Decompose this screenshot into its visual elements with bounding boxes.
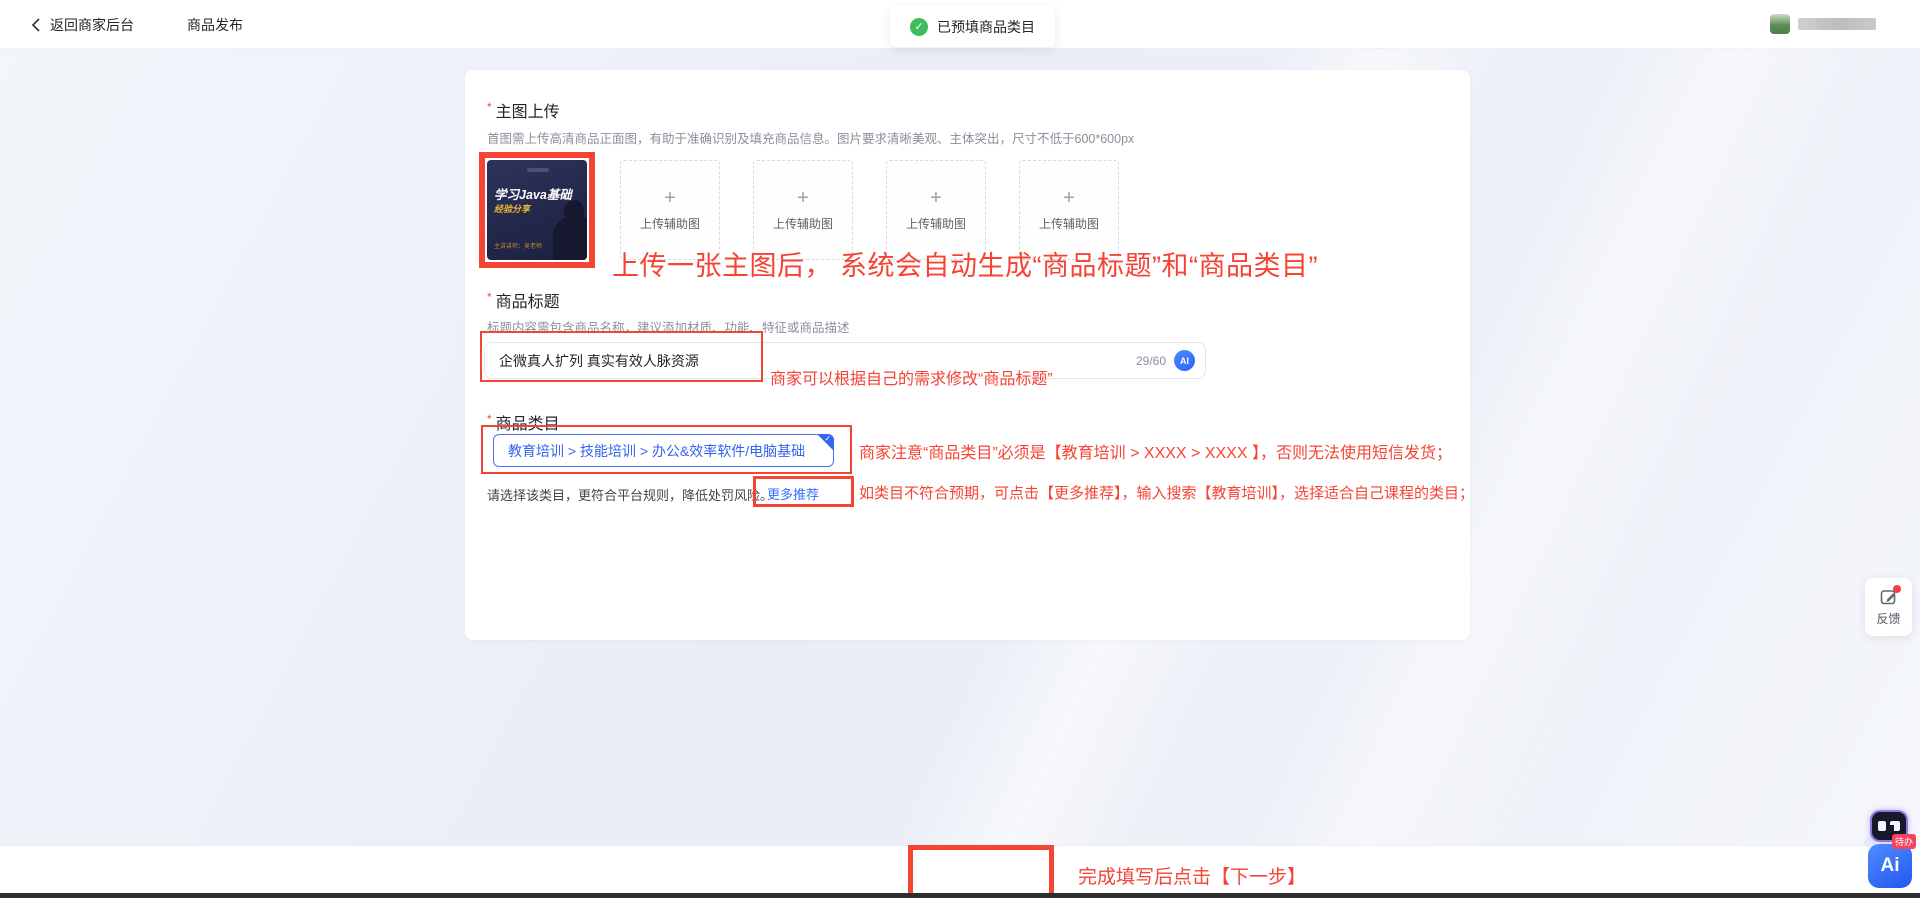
thumb-title: 学习Java基础 xyxy=(494,184,572,203)
selected-check-icon: ✓ xyxy=(824,434,831,443)
person-silhouette xyxy=(553,216,587,260)
avatar xyxy=(1770,14,1790,34)
uploaded-main-image[interactable]: 学习Java基础 经验分享 主讲讲师：吴老师 xyxy=(487,160,587,260)
plus-icon: + xyxy=(1063,188,1075,208)
account-menu[interactable] xyxy=(1770,14,1876,34)
product-title-hint: 标题内容需包含商品名称，建议添加材质、功能、特征或商品描述 xyxy=(487,317,850,336)
required-mark: * xyxy=(487,100,492,114)
prefill-category-badge: ✓ 已预填商品类目 xyxy=(890,6,1055,47)
required-mark: * xyxy=(487,412,492,426)
check-circle-icon: ✓ xyxy=(910,18,928,36)
annotation-more-recommend-text: 如类目不符合预期，可点击【更多推荐】，输入搜索【教育培训】，选择适合自己课程的类… xyxy=(859,482,1474,503)
category-label: * 商品类目 xyxy=(487,410,560,434)
ai-assistant-widget[interactable]: 待办 Ai xyxy=(1866,806,1918,892)
account-name-redacted xyxy=(1798,18,1876,30)
back-label: 返回商家后台 xyxy=(50,15,134,35)
more-recommend-link[interactable]: 更多推荐 xyxy=(767,484,819,503)
category-select[interactable]: 教育培训 > 技能培训 > 办公&效率软件/电脑基础 ✓ xyxy=(493,434,834,467)
edit-pencil-icon xyxy=(1880,588,1898,606)
main-image-label: * 主图上传 xyxy=(487,98,560,122)
page-title: 商品发布 xyxy=(187,0,243,49)
topbar: 返回商家后台 商品发布 ✓ 已预填商品类目 xyxy=(0,0,1920,49)
plus-icon: + xyxy=(664,188,676,208)
feedback-label: 反馈 xyxy=(1876,610,1900,627)
todo-badge: 待办 xyxy=(1892,834,1916,849)
image-upload-row: 学习Java基础 经验分享 主讲讲师：吴老师 + 上传辅助图 + 上传辅助图 +… xyxy=(487,160,1119,260)
main-image-hint: 首图需上传高清商品正面图，有助于准确识别及填充商品信息。图片要求清晰美观、主体突… xyxy=(487,128,1134,147)
char-counter: 29/60 xyxy=(1136,354,1166,368)
back-button[interactable]: 返回商家后台 xyxy=(30,0,134,49)
upload-aux-image-slot[interactable]: + 上传辅助图 xyxy=(753,160,853,260)
upload-aux-image-slot[interactable]: + 上传辅助图 xyxy=(620,160,720,260)
product-title-input[interactable] xyxy=(499,353,1136,369)
ai-generate-icon[interactable]: AI xyxy=(1174,350,1195,371)
plus-icon: + xyxy=(930,188,942,208)
annotation-category-must-text: 商家注意“商品类目”必须是【教育培训 > XXXX > XXXX 】，否则无法使… xyxy=(859,439,1452,463)
category-tip: 请选择该类目，更符合平台规则，降低处罚风险。 xyxy=(487,485,773,504)
thumb-footer: 主讲讲师：吴老师 xyxy=(494,241,542,250)
footer-bar xyxy=(0,845,1920,893)
plus-icon: + xyxy=(797,188,809,208)
feedback-button[interactable]: 反馈 xyxy=(1865,578,1912,636)
category-value: 教育培训 > 技能培训 > 办公&效率软件/电脑基础 xyxy=(508,441,805,461)
chevron-left-icon xyxy=(30,17,42,33)
product-title-field: 29/60 AI xyxy=(484,342,1206,379)
thumb-subtitle: 经验分享 xyxy=(494,202,530,215)
prefill-badge-label: 已预填商品类目 xyxy=(937,17,1035,37)
ai-entry-icon: Ai xyxy=(1868,844,1912,888)
product-form-card: * 主图上传 首图需上传高清商品正面图，有助于准确识别及填充商品信息。图片要求清… xyxy=(465,70,1470,640)
window-bottom-edge xyxy=(0,893,1920,898)
upload-aux-image-slot[interactable]: + 上传辅助图 xyxy=(1019,160,1119,260)
upload-aux-image-slot[interactable]: + 上传辅助图 xyxy=(886,160,986,260)
notification-dot xyxy=(1893,585,1901,593)
required-mark: * xyxy=(487,290,492,304)
product-title-label: * 商品标题 xyxy=(487,288,560,312)
